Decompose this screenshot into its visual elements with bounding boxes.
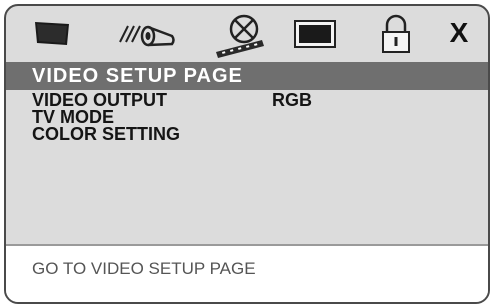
setup-menu-panel: X VIDEO SETUP PAGE VIDEO OUTPUT RGB TV M… [4, 4, 490, 304]
setting-label: COLOR SETTING [32, 124, 180, 144]
footer-hint: GO TO VIDEO SETUP PAGE [6, 246, 488, 302]
audio-setup-icon[interactable] [116, 12, 180, 54]
setting-value: RGB [272, 90, 312, 110]
exit-icon[interactable]: X [444, 12, 474, 54]
settings-list: VIDEO OUTPUT RGB TV MODE COLOR SETTING [32, 90, 472, 144]
general-setup-icon[interactable] [32, 12, 72, 54]
page-title: VIDEO SETUP PAGE [6, 62, 488, 90]
setting-color-setting[interactable]: COLOR SETTING [32, 124, 472, 144]
password-lock-icon[interactable] [378, 12, 414, 54]
setup-icon-bar: X [6, 6, 488, 62]
exit-label: X [449, 17, 469, 48]
preference-icon[interactable] [292, 12, 338, 54]
video-setup-icon[interactable] [212, 12, 268, 58]
